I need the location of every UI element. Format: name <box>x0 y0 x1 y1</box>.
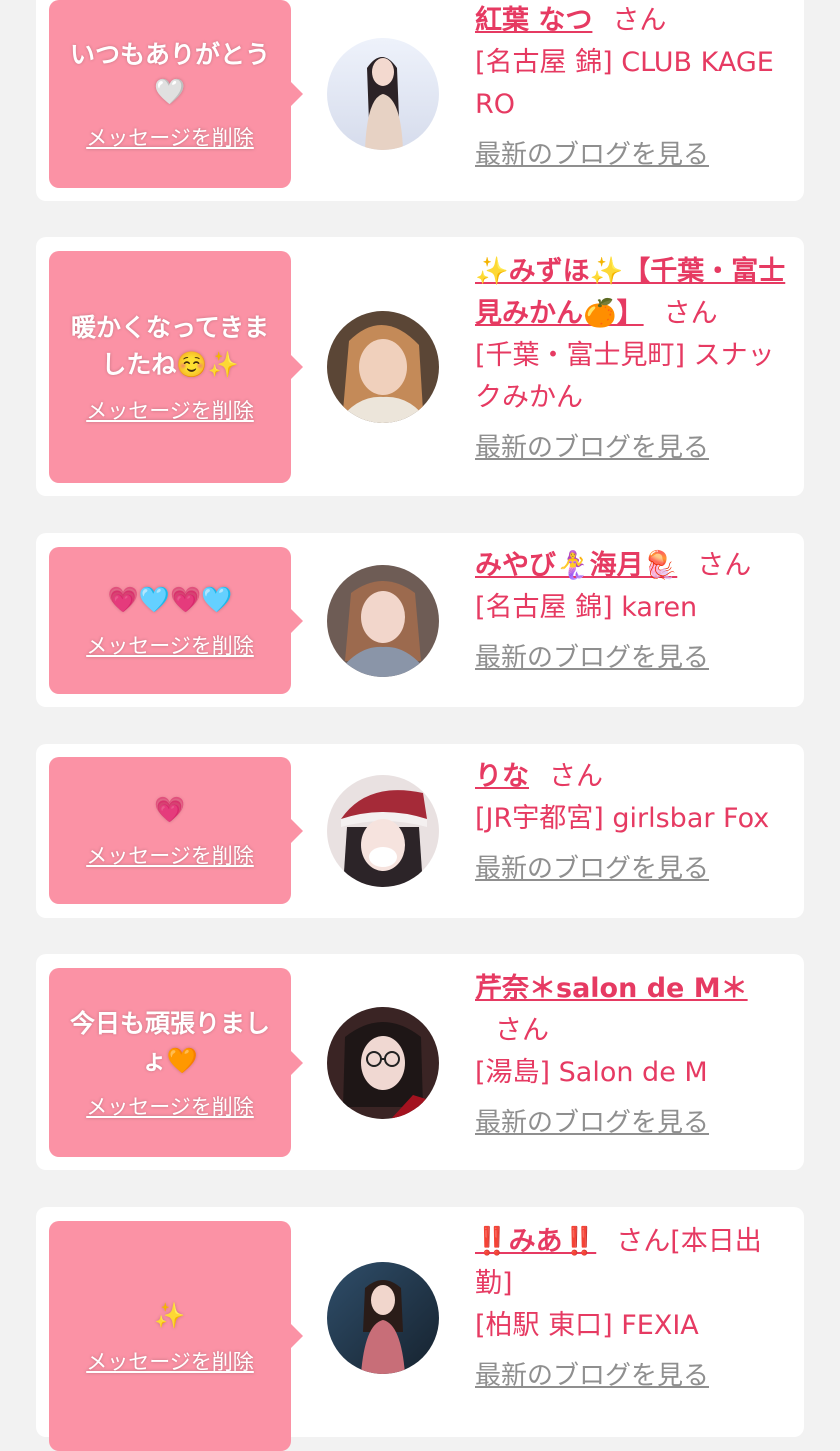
shop-label: [千葉・富士見町] スナックみかん <box>475 340 775 413</box>
shop-label: [名古屋 錦] karen <box>475 592 698 623</box>
honorific: さん <box>663 298 718 329</box>
user-name-link[interactable]: みやび🧜‍♀️海月🪼 <box>475 550 677 581</box>
user-name-link[interactable]: ✨みずほ✨【千葉・富士見みかん🍊】 <box>475 256 785 329</box>
delete-message-link[interactable]: メッセージを削除 <box>86 122 254 152</box>
user-info: みやび🧜‍♀️海月🪼 さん [名古屋 錦] karen 最新のブログを見る <box>475 545 791 679</box>
avatar[interactable] <box>327 38 439 150</box>
user-name-link[interactable]: りな <box>475 761 529 792</box>
delete-message-link[interactable]: メッセージを削除 <box>86 630 254 660</box>
message-bubble: 暖かくなってきましたね☺️✨ メッセージを削除 <box>49 251 303 483</box>
user-name-link[interactable]: ‼️みあ‼️ <box>475 1226 596 1257</box>
message-card: 暖かくなってきましたね☺️✨ メッセージを削除 ✨みずほ✨【千葉・富士見みかん🍊… <box>36 237 804 496</box>
shop-label: [JR宇都宮] girlsbar Fox <box>475 803 770 834</box>
avatar[interactable] <box>327 1007 439 1119</box>
message-text: 💗🩵💗🩵 <box>107 585 233 614</box>
latest-blog-link[interactable]: 最新のブログを見る <box>475 427 709 469</box>
avatar[interactable] <box>327 775 439 887</box>
shop-label: [名古屋 錦] CLUB KAGERO <box>475 47 774 120</box>
message-bubble: いつもありがとう🤍 メッセージを削除 <box>49 0 303 188</box>
message-text: 暖かくなってきましたね☺️✨ <box>70 313 269 379</box>
delete-message-link[interactable]: メッセージを削除 <box>86 395 254 425</box>
avatar[interactable] <box>327 1262 439 1374</box>
message-card: ✨ メッセージを削除 ‼️みあ‼️ さん[本日出勤] [柏駅 東口] FEXIA … <box>36 1207 804 1451</box>
message-bubble: 💗🩵💗🩵 メッセージを削除 <box>49 547 303 694</box>
message-bubble: 💗 メッセージを削除 <box>49 757 303 904</box>
message-card: いつもありがとう🤍 メッセージを削除 紅葉 なつ さん [名古屋 錦] CLUB … <box>36 0 804 201</box>
latest-blog-link[interactable]: 最新のブログを見る <box>475 134 709 176</box>
message-text: 💗 <box>154 795 186 824</box>
user-info: ✨みずほ✨【千葉・富士見みかん🍊】 さん [千葉・富士見町] スナックみかん 最新… <box>475 251 791 469</box>
user-name-link[interactable]: 芹奈＊salon de M＊ <box>475 973 748 1004</box>
shop-label: [湯島] Salon de M <box>475 1057 708 1088</box>
message-text: ✨ <box>154 1300 186 1330</box>
message-card: 今日も頑張りましょ🧡 メッセージを削除 芹奈＊salon de M＊ さん [湯島… <box>36 954 804 1170</box>
delete-message-link[interactable]: メッセージを削除 <box>86 840 254 870</box>
message-text: いつもありがとう🤍 <box>69 40 270 106</box>
honorific: さん <box>612 5 667 36</box>
honorific: さん <box>495 1015 549 1046</box>
delete-message-link[interactable]: メッセージを削除 <box>86 1091 254 1121</box>
latest-blog-link[interactable]: 最新のブログを見る <box>475 1102 709 1144</box>
latest-blog-link[interactable]: 最新のブログを見る <box>475 637 709 679</box>
message-card: 💗 メッセージを削除 りな さん [JR宇都宮] girlsbar Fox 最新の… <box>36 744 804 918</box>
avatar[interactable] <box>327 565 439 677</box>
user-info: ‼️みあ‼️ さん[本日出勤] [柏駅 東口] FEXIA 最新のブログを見る <box>475 1221 791 1397</box>
user-info: 芹奈＊salon de M＊ さん [湯島] Salon de M 最新のブログを… <box>475 968 791 1144</box>
message-card: 💗🩵💗🩵 メッセージを削除 みやび🧜‍♀️海月🪼 さん [名古屋 錦] karen… <box>36 533 804 707</box>
user-info: 紅葉 なつ さん [名古屋 錦] CLUB KAGERO 最新のブログを見る <box>475 0 791 176</box>
latest-blog-link[interactable]: 最新のブログを見る <box>475 1355 709 1397</box>
delete-message-link[interactable]: メッセージを削除 <box>86 1346 254 1376</box>
shop-label: [柏駅 東口] FEXIA <box>475 1310 699 1341</box>
user-name-link[interactable]: 紅葉 なつ <box>475 5 592 36</box>
avatar[interactable] <box>327 311 439 423</box>
user-info: りな さん [JR宇都宮] girlsbar Fox 最新のブログを見る <box>475 756 791 890</box>
message-text: 今日も頑張りましょ🧡 <box>69 1008 270 1075</box>
honorific: さん <box>549 761 603 792</box>
message-bubble: ✨ メッセージを削除 <box>49 1221 303 1451</box>
message-bubble: 今日も頑張りましょ🧡 メッセージを削除 <box>49 968 303 1157</box>
latest-blog-link[interactable]: 最新のブログを見る <box>475 848 709 890</box>
honorific: さん <box>697 550 752 581</box>
